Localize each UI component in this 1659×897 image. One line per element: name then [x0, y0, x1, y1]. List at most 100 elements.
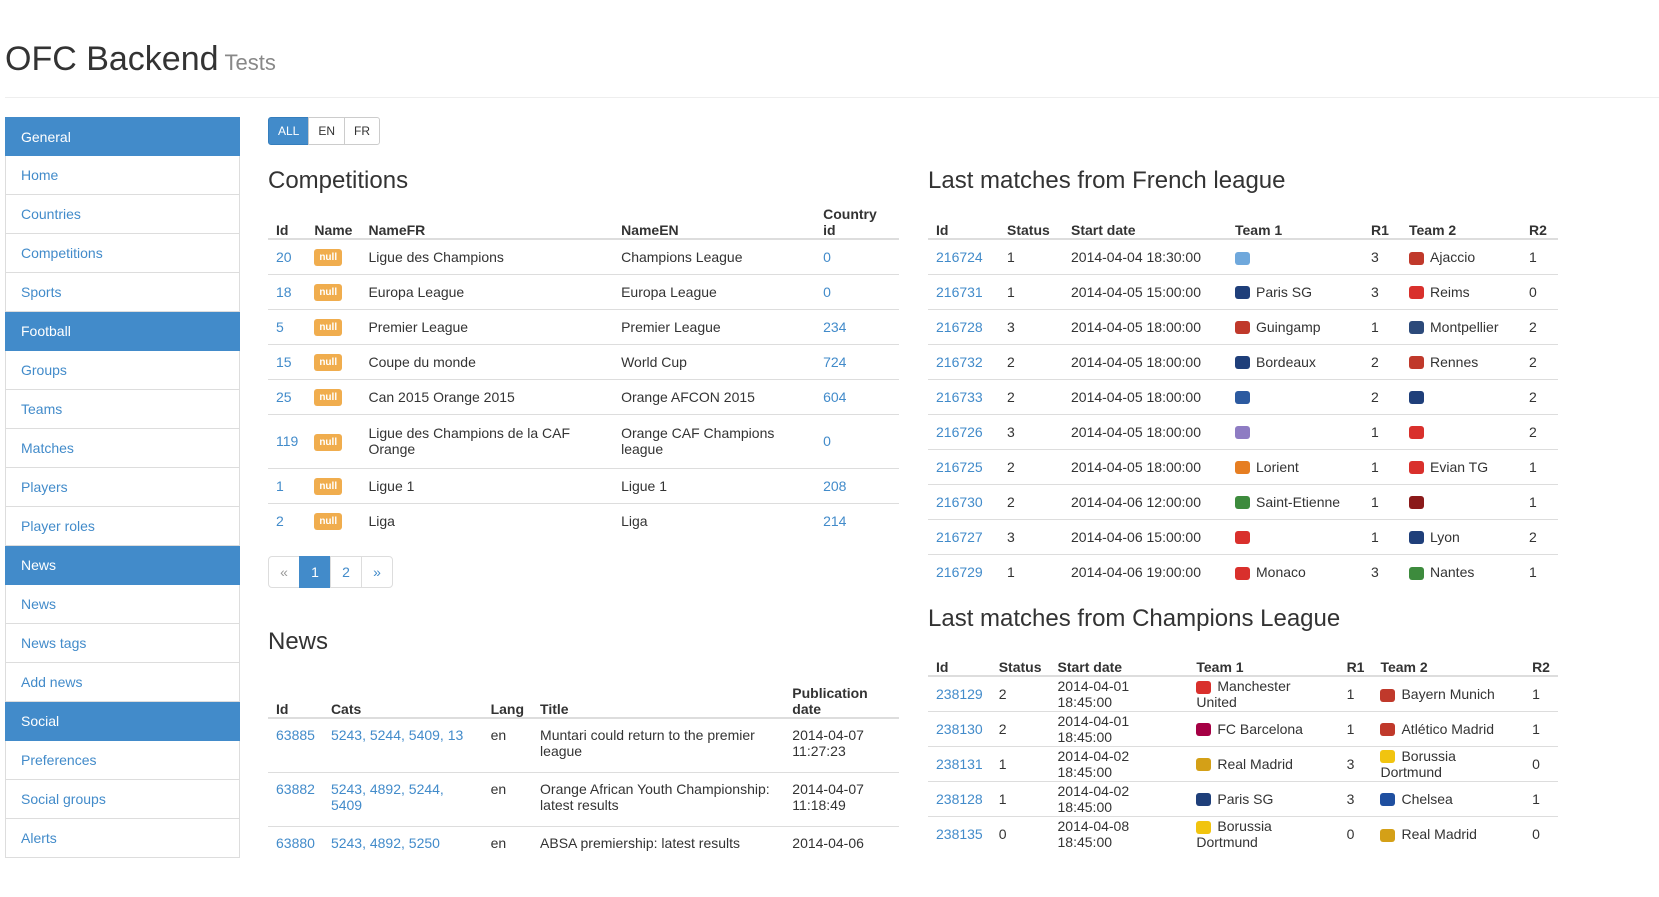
match-id-link[interactable]: 216730: [936, 494, 983, 510]
sidebar-item-news-tags[interactable]: News tags: [5, 624, 240, 663]
competition-id-link[interactable]: 119: [276, 433, 298, 449]
competition-name-en: Orange AFCON 2015: [613, 378, 816, 414]
match-id-link[interactable]: 216732: [936, 354, 983, 370]
sidebar-item-alerts[interactable]: Alerts: [5, 819, 240, 858]
news-id-link[interactable]: 63885: [276, 727, 315, 743]
sidebar-nav: General Home Countries Competitions Sports Fo…: [5, 117, 240, 858]
lang-all-button[interactable]: ALL: [268, 117, 310, 145]
null-badge: null: [314, 319, 343, 336]
sidebar-item-home[interactable]: Home: [5, 156, 240, 195]
competitions-header-name: Name: [306, 206, 361, 240]
team1-name: Lorient: [1256, 458, 1299, 475]
competition-country-cell: 604: [815, 378, 899, 414]
sidebar-item-social-groups[interactable]: Social groups: [5, 780, 240, 819]
match-r2: 0: [1524, 815, 1558, 851]
competition-id-link[interactable]: 20: [276, 249, 292, 265]
competitions-title: Competitions: [268, 167, 409, 194]
competition-id-link[interactable]: 18: [276, 284, 292, 300]
competition-id-link[interactable]: 1: [276, 478, 284, 494]
competition-name-en: Orange CAF Champions league: [613, 413, 816, 468]
lang-en-button[interactable]: EN: [308, 117, 346, 145]
news-cats-cell: 5243, 4892, 5250: [322, 825, 483, 880]
null-badge: null: [314, 513, 343, 531]
pagination-prev-button[interactable]: «: [268, 556, 300, 588]
match-id-link[interactable]: 216725: [936, 459, 983, 475]
null-badge: null: [314, 284, 343, 301]
match-id-link[interactable]: 238130: [936, 721, 983, 737]
match-r2: 1: [1524, 710, 1558, 746]
country-id-link[interactable]: 234: [823, 319, 846, 335]
competitions-table: Id Name NameFR NameEN Country id 20 null Ligue…: [268, 206, 899, 538]
competition-country-cell: 724: [815, 343, 899, 379]
competition-id-cell: 20: [268, 238, 307, 274]
match-r1: 3: [1338, 780, 1373, 816]
country-id-link[interactable]: 0: [823, 249, 831, 265]
competition-name-cell: null: [306, 273, 361, 309]
news-cats-link[interactable]: 5243, 5244, 5409, 13: [331, 727, 463, 743]
news-date: 2014-04-07 11:18:49: [784, 771, 899, 826]
country-id-link[interactable]: 208: [823, 478, 846, 494]
match-id-link[interactable]: 216726: [936, 424, 983, 440]
match-id-link[interactable]: 238128: [936, 791, 983, 807]
page-header: OFC Backend Tests: [5, 40, 276, 79]
sidebar-item-countries[interactable]: Countries: [5, 195, 240, 234]
news-header-lang: Lang: [482, 668, 533, 719]
match-status: 1: [999, 553, 1063, 589]
news-cats-link[interactable]: 5243, 4892, 5244, 5409: [331, 781, 444, 813]
team2-name: Chelsea: [1401, 790, 1453, 807]
news-id-link[interactable]: 63880: [276, 835, 315, 851]
sidebar-item-teams[interactable]: Teams: [5, 390, 240, 429]
match-status: 1: [999, 273, 1063, 309]
match-id-link[interactable]: 238135: [936, 826, 983, 842]
match-status: 1: [990, 745, 1050, 781]
country-id-link[interactable]: 724: [823, 354, 846, 370]
competition-id-link[interactable]: 5: [276, 319, 284, 335]
pagination-page-1[interactable]: 1: [299, 556, 331, 588]
match-r1: 0: [1338, 815, 1373, 851]
match-team1-cell: Paris SG: [1227, 273, 1363, 309]
match-id-link[interactable]: 216733: [936, 389, 983, 405]
sidebar-section-news: News: [5, 546, 240, 585]
country-id-link[interactable]: 214: [823, 513, 846, 529]
match-id-link[interactable]: 238129: [936, 686, 983, 702]
sidebar-item-player-roles[interactable]: Player roles: [5, 507, 240, 546]
match-id-link[interactable]: 216727: [936, 529, 983, 545]
competitions-header-id: Id: [268, 206, 307, 240]
competition-id-cell: 119: [268, 413, 307, 468]
sidebar-item-news[interactable]: News: [5, 585, 240, 624]
match-id-link[interactable]: 216729: [936, 564, 983, 580]
sidebar-item-players[interactable]: Players: [5, 468, 240, 507]
team-logo-icon: [1380, 793, 1396, 807]
sidebar-item-competitions[interactable]: Competitions: [5, 234, 240, 273]
table-row: 216730 2 2014-04-06 12:00:00 Saint-Etienne 1…: [928, 483, 1558, 519]
lang-fr-button[interactable]: FR: [344, 117, 381, 145]
sidebar-item-sports[interactable]: Sports: [5, 273, 240, 312]
competition-id-link[interactable]: 2: [276, 513, 284, 529]
news-cats-link[interactable]: 5243, 4892, 5250: [331, 835, 440, 851]
sidebar-item-add-news[interactable]: Add news: [5, 663, 240, 702]
competition-id-link[interactable]: 15: [276, 354, 292, 370]
match-r1: 1: [1363, 308, 1401, 344]
country-id-link[interactable]: 0: [823, 284, 831, 300]
match-id-link[interactable]: 238131: [936, 756, 983, 772]
sidebar-item-preferences[interactable]: Preferences: [5, 741, 240, 780]
match-r1: 3: [1363, 553, 1401, 589]
match-r1: 2: [1363, 378, 1401, 414]
competition-id-link[interactable]: 25: [276, 389, 292, 405]
french-league-header-team-2: Team 2: [1401, 206, 1521, 240]
country-id-link[interactable]: 0: [823, 433, 831, 449]
news-id-link[interactable]: 63882: [276, 781, 315, 797]
match-team1-cell: Bordeaux: [1227, 343, 1363, 379]
match-id-link[interactable]: 216724: [936, 249, 983, 265]
match-team2-cell: [1401, 378, 1521, 414]
pagination-next-button[interactable]: »: [361, 556, 393, 588]
pagination-page-2[interactable]: 2: [330, 556, 362, 588]
match-id-link[interactable]: 216731: [936, 284, 983, 300]
table-row: 63880 5243, 4892, 5250 en ABSA premiership:…: [268, 825, 899, 880]
sidebar-item-matches[interactable]: Matches: [5, 429, 240, 468]
sidebar-item-groups[interactable]: Groups: [5, 351, 240, 390]
match-id-link[interactable]: 216728: [936, 319, 983, 335]
country-id-link[interactable]: 604: [823, 389, 846, 405]
french-league-match-id-cell: 216726: [928, 413, 999, 449]
team-logo-icon: [1235, 566, 1250, 580]
